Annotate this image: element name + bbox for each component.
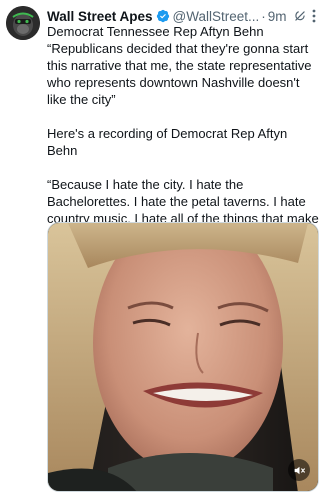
video-frame [48,223,318,491]
grok-icon[interactable] [293,9,307,23]
tweet-time[interactable]: 9m [268,9,287,24]
author-avatar[interactable] [6,6,40,40]
tweet-paragraph: “Republicans decided that they're gonna … [47,41,312,107]
speaker-muted-icon [294,466,305,474]
tweet-paragraph: Here's a recording of Democrat Rep Aftyn… [47,126,288,158]
tweet-paragraph: Democrat Tennessee Rep Aftyn Behn [47,24,264,39]
ape-avatar [6,6,40,40]
mute-button[interactable] [288,459,310,481]
author-name[interactable]: Wall Street Apes [47,9,153,24]
verified-badge-icon [156,9,169,23]
tweet-text: Democrat Tennessee Rep Aftyn Behn “Repub… [47,23,319,244]
author-handle[interactable]: @WallStreet... [173,9,260,24]
separator-dot: · [261,8,266,24]
video-player[interactable] [47,222,319,492]
